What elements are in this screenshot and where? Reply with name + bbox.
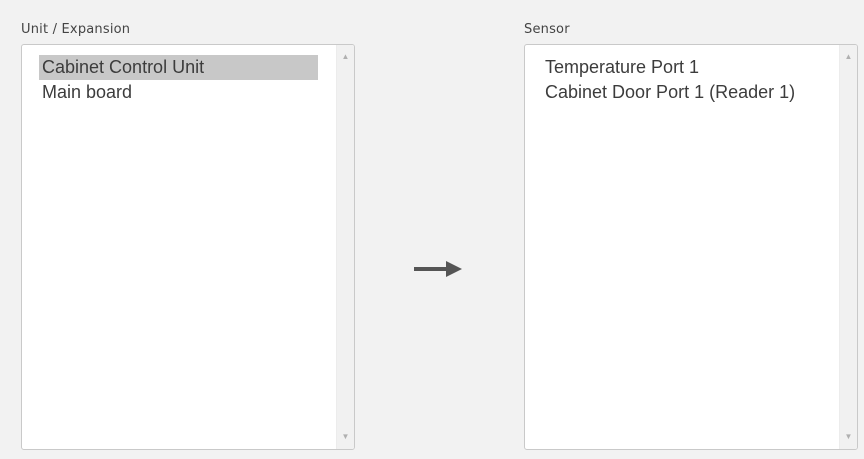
unit-listbox-scrollbar[interactable]: ▲ ▼ [336, 45, 354, 449]
scroll-down-arrow-icon[interactable]: ▼ [840, 431, 857, 443]
sensor-label: Sensor [524, 22, 570, 37]
scroll-up-arrow-icon[interactable]: ▲ [337, 51, 354, 63]
sensor-listbox[interactable]: Temperature Port 1 Cabinet Door Port 1 (… [524, 44, 858, 450]
unit-expansion-label: Unit / Expansion [21, 22, 131, 37]
unit-expansion-listbox[interactable]: Cabinet Control Unit Main board ▲ ▼ [21, 44, 355, 450]
list-item-cabinet-door-port-1[interactable]: Cabinet Door Port 1 (Reader 1) [525, 80, 839, 105]
scroll-down-arrow-icon[interactable]: ▼ [337, 431, 354, 443]
right-arrow-icon [414, 261, 462, 277]
unit-list-items: Cabinet Control Unit Main board [22, 55, 336, 105]
scroll-up-arrow-icon[interactable]: ▲ [840, 51, 857, 63]
list-item-main-board[interactable]: Main board [22, 80, 336, 105]
list-item-temperature-port-1[interactable]: Temperature Port 1 [525, 55, 839, 80]
sensor-listbox-scrollbar[interactable]: ▲ ▼ [839, 45, 857, 449]
list-item-cabinet-control-unit[interactable]: Cabinet Control Unit [39, 55, 318, 80]
sensor-list-items: Temperature Port 1 Cabinet Door Port 1 (… [525, 55, 839, 105]
